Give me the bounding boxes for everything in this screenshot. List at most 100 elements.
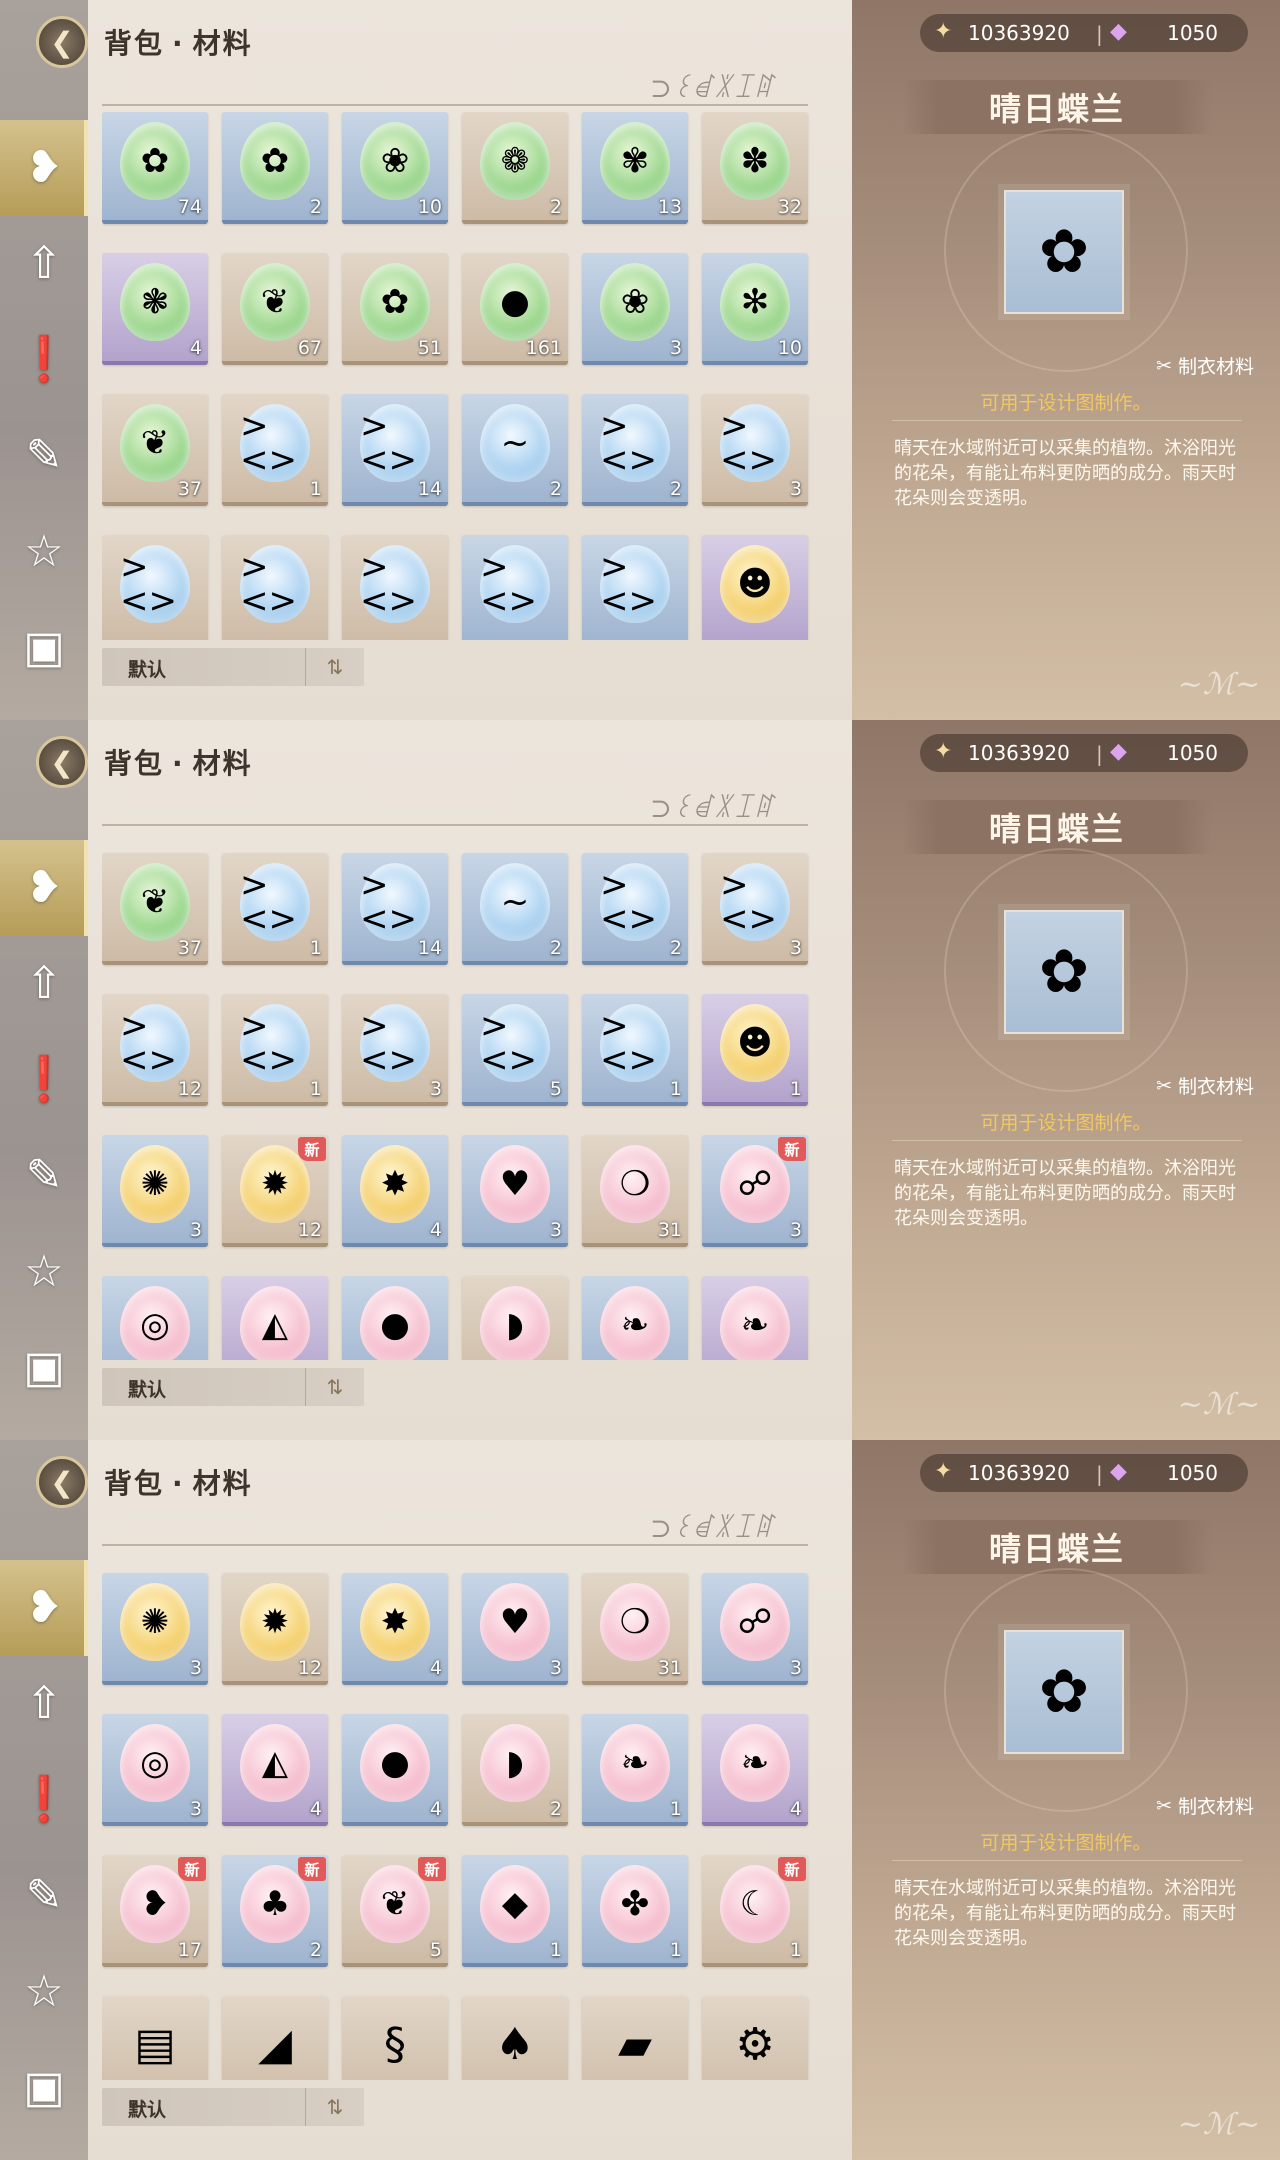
item-tile[interactable]: ✿ 51 [342,253,448,365]
item-tile[interactable]: ><> [102,535,208,640]
item-tile[interactable]: ☍ 3 [702,1573,808,1685]
sidebar-item-upgrade[interactable]: ⇧ [0,216,88,312]
item-tile[interactable]: ❧ 1 [582,1714,688,1826]
sort-dropdown[interactable]: 默认 ⇅ [102,2088,364,2126]
item-tile[interactable]: ><> 3 [702,394,808,506]
item-tile[interactable]: ✽ 32 [702,112,808,224]
item-tile[interactable]: ❧ 1 [582,1276,688,1360]
item-tile[interactable]: ~ 2 [462,394,568,506]
item-tile[interactable]: ▤ 242 [102,1996,208,2080]
item-grid[interactable]: ❦ 37 ><> 1 ><> 14 ~ 2 ><> 2 ><> 3 ><> 12… [102,832,822,1360]
sidebar-item-box[interactable]: ▣ [0,2040,88,2136]
sidebar-item-star[interactable]: ☆ [0,1944,88,2040]
item-tile[interactable]: ><> 3 [702,853,808,965]
item-tile[interactable]: ✻ 10 [702,253,808,365]
sidebar-item-box[interactable]: ▣ [0,600,88,696]
sidebar-item-star[interactable]: ☆ [0,504,88,600]
item-tile[interactable]: ❦ 37 [102,394,208,506]
item-tile[interactable]: ◆ 1 [462,1855,568,1967]
item-tile[interactable]: ❀ 10 [342,112,448,224]
item-tile[interactable]: ☾ 1 新 [702,1855,808,1967]
item-tile[interactable]: ><> 2 [582,394,688,506]
sort-dropdown[interactable]: 默认 ⇅ [102,648,364,686]
sort-order-toggle[interactable]: ⇅ [305,2088,364,2126]
item-tile[interactable]: ><> 1 [222,853,328,965]
item-tile[interactable]: ❦ 5 新 [342,1855,448,1967]
item-tile[interactable]: ❦ 37 [102,853,208,965]
item-tile[interactable]: ♥ 3 [462,1573,568,1685]
item-tile[interactable]: § 99 [342,1996,448,2080]
sidebar-item-materials[interactable]: ❥ [0,840,88,936]
item-tile[interactable]: ><> 2 [582,853,688,965]
item-tile[interactable]: ✿ 74 [102,112,208,224]
item-tile[interactable]: ▰ 285 [582,1996,688,2080]
sidebar-item-feather[interactable]: ✎ [0,1848,88,1944]
item-grid[interactable]: ✿ 74 ✿ 2 ❀ 10 ❁ 2 ✾ 13 ✽ 32 ❃ 4 ❦ 67 ✿ 5… [102,112,822,640]
item-tile[interactable]: ><> 5 [462,994,568,1106]
sidebar-item-upgrade[interactable]: ⇧ [0,1656,88,1752]
item-tile[interactable]: ><> 14 [342,394,448,506]
sidebar-item-upgrade[interactable]: ⇧ [0,936,88,1032]
item-tile[interactable]: ✿ 2 [222,112,328,224]
sidebar-item-feather[interactable]: ✎ [0,1128,88,1224]
item-tile[interactable]: ><> 14 [342,853,448,965]
item-tile[interactable]: ✸ 4 [342,1573,448,1685]
item-tile[interactable]: ~ 2 [462,853,568,965]
item-tile[interactable]: ✸ 4 [342,1135,448,1247]
item-tile[interactable]: ☍ 3 新 [702,1135,808,1247]
sidebar-item-box[interactable]: ▣ [0,1320,88,1416]
item-tile[interactable]: ><> 1 [582,994,688,1106]
item-tile[interactable]: ❍ 31 [582,1573,688,1685]
item-tile[interactable]: ☻ [702,535,808,640]
item-tile[interactable]: ♣ 2 新 [222,1855,328,1967]
item-tile[interactable]: ><> 12 [102,994,208,1106]
sidebar-item-materials[interactable]: ❥ [0,120,88,216]
item-tile[interactable]: ◎ 3 [102,1276,208,1360]
sort-order-toggle[interactable]: ⇅ [305,1368,364,1406]
back-button[interactable]: ❮ [36,1456,88,1508]
item-tile[interactable]: ><> [462,535,568,640]
item-tile[interactable]: ><> [222,535,328,640]
item-tile[interactable]: ♠ 174 [462,1996,568,2080]
item-tile[interactable]: ✤ 1 [582,1855,688,1967]
item-tile[interactable]: ◢ 90 [222,1996,328,2080]
item-tile[interactable]: ><> 1 [222,394,328,506]
back-button[interactable]: ❮ [36,16,88,68]
item-tile[interactable]: ✹ 12 新 [222,1135,328,1247]
item-tile[interactable]: ❦ 67 [222,253,328,365]
item-tile[interactable]: ♥ 3 [462,1135,568,1247]
item-tile[interactable]: ❧ 4 [702,1276,808,1360]
item-tile[interactable]: ❧ 4 [702,1714,808,1826]
sidebar-item-quest[interactable]: ❗ [0,312,88,408]
sort-order-toggle[interactable]: ⇅ [305,648,364,686]
item-tile[interactable]: ><> 1 [222,994,328,1106]
item-tile[interactable]: ><> [342,535,448,640]
item-tile[interactable]: ◭ 4 [222,1714,328,1826]
item-tile[interactable]: ● 161 [462,253,568,365]
item-tile[interactable]: ❀ 3 [582,253,688,365]
item-tile[interactable]: ❃ 4 [102,253,208,365]
sort-dropdown[interactable]: 默认 ⇅ [102,1368,364,1406]
item-tile[interactable]: ◗ 2 [462,1714,568,1826]
item-tile[interactable]: ✺ 3 [102,1135,208,1247]
item-tile[interactable]: ☻ 1 [702,994,808,1106]
item-tile[interactable]: ><> 3 [342,994,448,1106]
sidebar-item-feather[interactable]: ✎ [0,408,88,504]
item-grid[interactable]: ✺ 3 ✹ 12 ✸ 4 ♥ 3 ❍ 31 ☍ 3 ◎ 3 ◭ 4 ● 4 ◗ … [102,1552,822,2080]
sidebar-item-quest[interactable]: ❗ [0,1752,88,1848]
sidebar-item-quest[interactable]: ❗ [0,1032,88,1128]
sidebar-item-materials[interactable]: ❥ [0,1560,88,1656]
item-tile[interactable]: ◗ 2 [462,1276,568,1360]
item-tile[interactable]: ✹ 12 [222,1573,328,1685]
item-tile[interactable]: ⚙ 72 [702,1996,808,2080]
back-button[interactable]: ❮ [36,736,88,788]
sidebar-item-star[interactable]: ☆ [0,1224,88,1320]
item-tile[interactable]: ✾ 13 [582,112,688,224]
item-tile[interactable]: ><> [582,535,688,640]
item-tile[interactable]: ● 4 [342,1714,448,1826]
item-tile[interactable]: ● 4 [342,1276,448,1360]
item-tile[interactable]: ❁ 2 [462,112,568,224]
item-tile[interactable]: ❥ 17 新 [102,1855,208,1967]
item-tile[interactable]: ✺ 3 [102,1573,208,1685]
item-tile[interactable]: ◎ 3 [102,1714,208,1826]
